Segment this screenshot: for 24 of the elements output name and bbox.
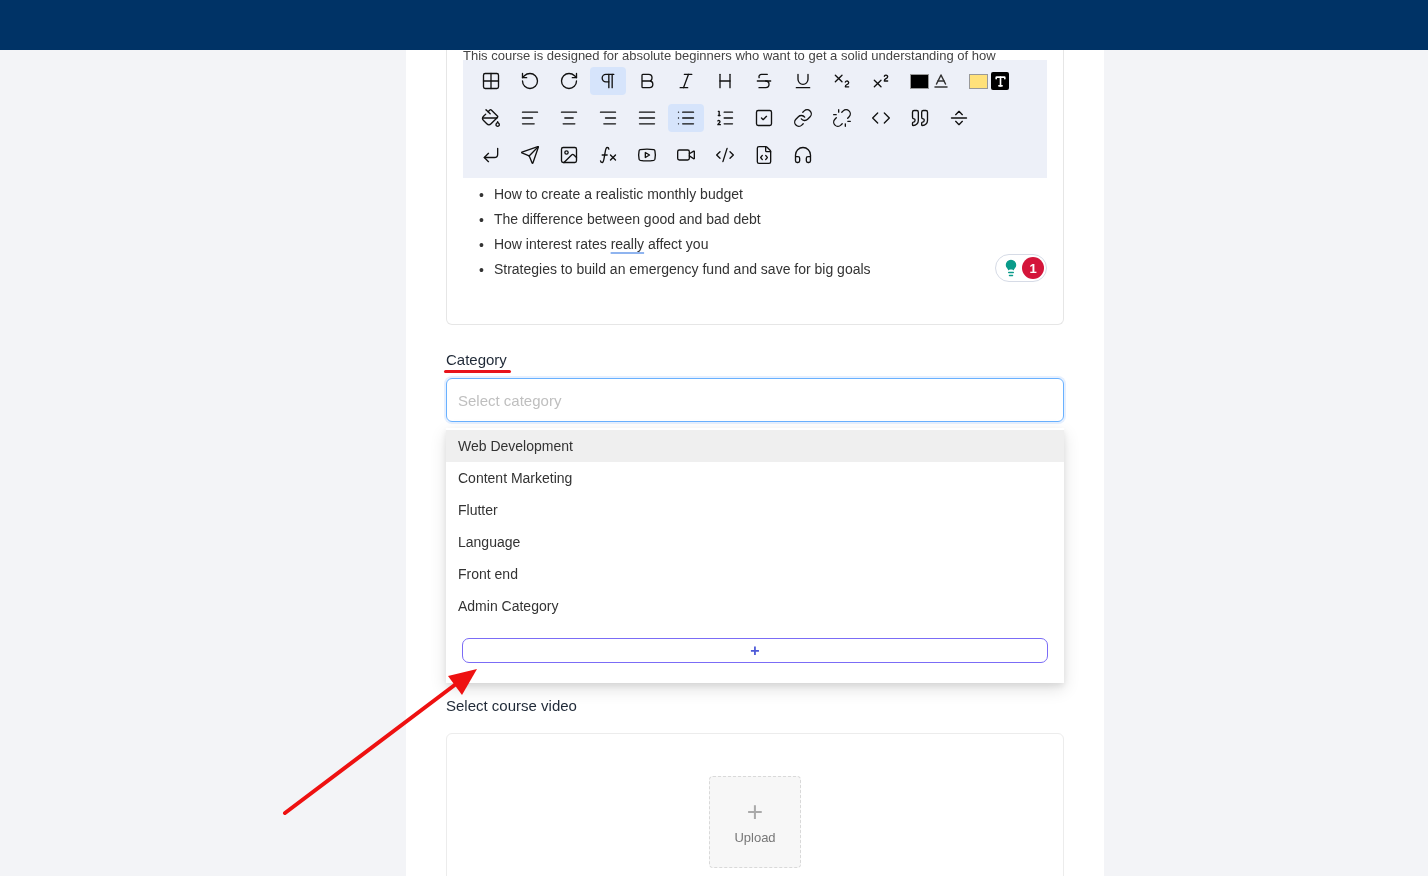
bullet-list-icon[interactable] [668,104,704,132]
bullet-item: Strategies to build an emergency fund and save for big goals [493,260,871,279]
highlight-icon [991,72,1009,90]
suggestion-count: 1 [1022,257,1044,279]
text-color-icon [932,72,950,90]
video-label: Select course video [446,697,578,714]
dropdown-option[interactable]: Admin Category [446,590,1064,622]
dropdown-option[interactable]: Content Marketing [446,462,1064,494]
pilcrow-icon[interactable] [590,67,626,95]
upload-button[interactable]: + Upload [709,776,801,868]
dropdown-option[interactable]: Front end [446,558,1064,590]
bullet-marker: • [479,235,484,255]
bullet-marker: • [479,210,484,230]
writing-assistant-badge[interactable]: 1 [995,254,1047,282]
bullet-item: The difference between good and bad debt [493,210,761,229]
dropdown-option[interactable]: Flutter [446,494,1064,526]
add-category-button[interactable]: + [462,638,1048,663]
bullet-marker: • [479,260,484,280]
bullet-item: How interest rates really affect you [493,235,709,254]
bullet-item: How to create a realistic monthly budget [493,185,743,204]
category-label: Category [446,351,507,368]
dropdown-option[interactable]: Language [446,526,1064,558]
dropdown-option[interactable]: Web Development [446,430,1064,462]
bullet-marker: • [479,185,484,205]
